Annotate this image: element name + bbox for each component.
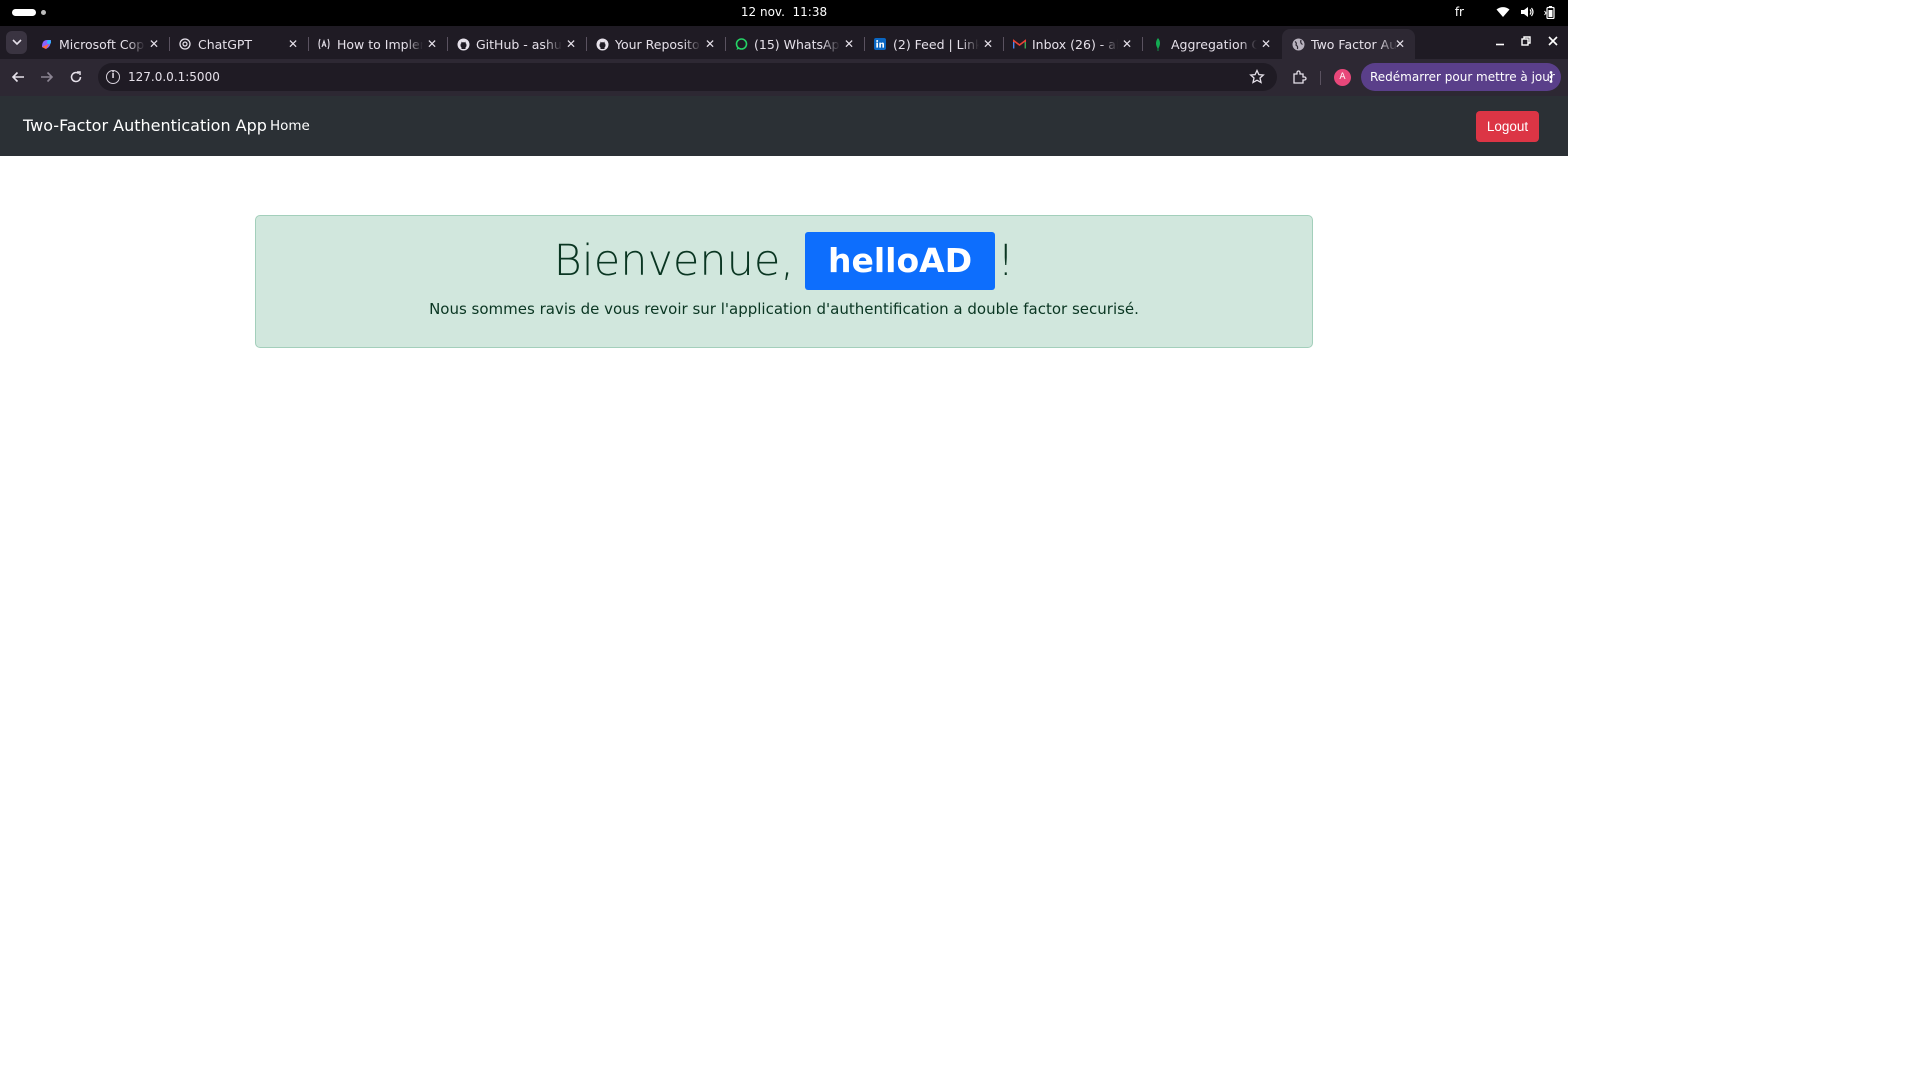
tab-microsoft-copilot[interactable]: Microsoft Copilot ✕ — [30, 29, 170, 59]
tab-title: Inbox (26) - ake — [1032, 36, 1118, 52]
system-tray[interactable]: fr — [1455, 5, 1556, 19]
arrow-left-icon — [11, 71, 24, 83]
close-icon[interactable]: ✕ — [286, 37, 300, 51]
profile-avatar[interactable]: A — [1334, 69, 1351, 86]
close-icon[interactable]: ✕ — [425, 37, 439, 51]
copilot-icon — [39, 37, 53, 51]
close-icon[interactable]: ✕ — [842, 37, 856, 51]
navbar-brand[interactable]: Two-Factor Authentication App — [23, 116, 267, 135]
tab-title: ChatGPT — [198, 36, 253, 52]
restart-to-update-button[interactable]: Redémarrer pour mettre à jour — [1361, 63, 1561, 91]
back-button[interactable] — [9, 68, 27, 86]
tab-gmail-inbox[interactable]: Inbox (26) - ake ✕ — [1003, 29, 1143, 59]
bookmark-star-icon[interactable] — [1249, 68, 1265, 85]
close-icon[interactable]: ✕ — [147, 37, 161, 51]
tab-title: (15) WhatsApp — [754, 36, 840, 52]
tab-two-factor-auth[interactable]: Two Factor Auth ✕ — [1282, 29, 1415, 59]
chatgpt-icon — [178, 37, 192, 51]
restore-icon[interactable] — [1519, 34, 1533, 48]
address-url[interactable]: 127.0.0.1:5000 — [128, 70, 220, 84]
close-icon[interactable]: ✕ — [1259, 37, 1273, 51]
close-icon[interactable]: ✕ — [1120, 37, 1134, 51]
tab-title: How to Implement — [337, 36, 423, 52]
tab-search-button[interactable] — [6, 31, 27, 54]
site-info-icon[interactable]: i — [106, 70, 120, 84]
close-icon[interactable]: ✕ — [981, 37, 995, 51]
welcome-heading: Bienvenue, helloAD ! — [256, 232, 1312, 290]
app-navbar: Two-Factor Authentication App Home Logou… — [0, 96, 1568, 156]
github-icon — [595, 37, 609, 51]
reload-icon — [70, 71, 82, 83]
close-icon[interactable]: ✕ — [564, 37, 578, 51]
update-label: Redémarrer pour mettre à jour — [1370, 70, 1555, 84]
tab-chatgpt[interactable]: ChatGPT ✕ — [169, 29, 309, 59]
tab-github-ashutosh[interactable]: GitHub - ashutosh ✕ — [447, 29, 587, 59]
gmail-icon — [1012, 37, 1026, 51]
close-icon[interactable]: ✕ — [1393, 37, 1407, 51]
clock[interactable]: 12 nov. 11:38 — [0, 5, 1568, 19]
tab-title: (2) Feed | LinkedIn — [893, 36, 979, 52]
battery-icon — [1544, 5, 1556, 19]
tab-title: Two Factor Auth — [1311, 36, 1397, 52]
window-close-icon[interactable] — [1546, 34, 1560, 48]
tab-title: Your Repositories — [615, 36, 701, 52]
tab-title: Microsoft Copilot — [59, 36, 145, 52]
close-icon[interactable]: ✕ — [703, 37, 717, 51]
reload-button[interactable] — [67, 68, 85, 86]
whatsapp-icon — [734, 37, 748, 51]
address-bar[interactable]: i 127.0.0.1:5000 — [98, 63, 1277, 91]
tab-title: Aggregation Op — [1171, 36, 1257, 52]
logout-button[interactable]: Logout — [1476, 111, 1539, 142]
clock-time: 11:38 — [792, 5, 828, 19]
tab-your-repositories[interactable]: Your Repositories ✕ — [586, 29, 726, 59]
forward-button[interactable] — [38, 68, 56, 86]
toolbar-divider — [1320, 71, 1321, 85]
nav-link-home[interactable]: Home — [270, 118, 310, 134]
more-vertical-icon[interactable] — [1549, 70, 1553, 84]
welcome-message: Nous sommes ravis de vous revoir sur l'a… — [429, 300, 1139, 318]
github-icon — [456, 37, 470, 51]
tab-aggregation[interactable]: Aggregation Op ✕ — [1142, 29, 1281, 59]
tab-strip: Microsoft Copilot ✕ ChatGPT ✕ How to Imp… — [0, 26, 1568, 76]
browser-toolbar: i 127.0.0.1:5000 A Redémarrer pour mettr… — [0, 59, 1568, 96]
tab-whatsapp[interactable]: (15) WhatsApp ✕ — [725, 29, 865, 59]
tab-title: GitHub - ashutosh — [476, 36, 562, 52]
mongodb-icon — [1151, 37, 1165, 51]
keyboard-language[interactable]: fr — [1455, 5, 1464, 19]
chevron-down-icon — [11, 39, 22, 46]
greeting-text: Bienvenue, — [553, 236, 794, 286]
exclamation-mark: ! — [997, 236, 1015, 286]
welcome-alert: Bienvenue, helloAD ! Nous sommes ravis d… — [255, 215, 1313, 348]
volume-icon — [1520, 6, 1534, 18]
linkedin-icon — [873, 37, 887, 51]
minimize-icon[interactable] — [1493, 34, 1507, 48]
ai-icon — [317, 37, 331, 51]
username-badge: helloAD — [804, 232, 996, 290]
globe-icon — [1291, 37, 1305, 51]
wifi-icon — [1496, 6, 1510, 18]
clock-date: 12 nov. — [740, 5, 785, 19]
tab-linkedin[interactable]: (2) Feed | LinkedIn ✕ — [864, 29, 1004, 59]
extensions-puzzle-icon[interactable] — [1291, 69, 1307, 85]
tab-how-to-implement[interactable]: How to Implement ✕ — [308, 29, 448, 59]
arrow-right-icon — [41, 71, 54, 83]
os-top-bar: 12 nov. 11:38 fr — [0, 0, 1568, 26]
